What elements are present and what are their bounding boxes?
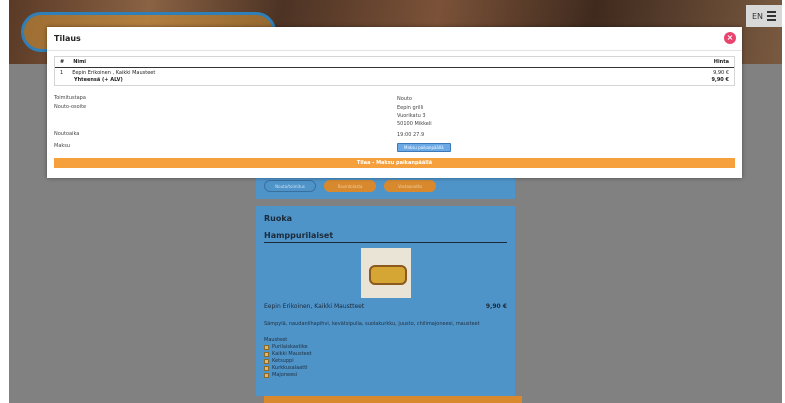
checkbox[interactable] xyxy=(264,358,269,364)
col-number: # xyxy=(60,59,65,65)
table-header: # Nimi Hinta xyxy=(55,57,734,68)
row-name: Eepin Erikoinen , Kaikki Mausteet xyxy=(72,70,156,76)
delivery-value: Nouto xyxy=(397,96,412,102)
delivery-row: Toimitustapa Nouto xyxy=(54,95,735,103)
checkbox[interactable] xyxy=(264,351,269,357)
order-type-tabs: Nouto/toimitus Ravintolasta Vastaanotto xyxy=(264,180,436,192)
product-row[interactable]: Eepin Erikoinen, Kaikki Maustteet 9,90 € xyxy=(264,303,507,310)
language-label[interactable]: EN xyxy=(752,12,763,21)
payment-label: Maksu xyxy=(54,143,71,149)
language-menu[interactable]: EN xyxy=(746,5,782,27)
order-table: # Nimi Hinta 1 Eepin Erikoinen , Kaikki … xyxy=(54,56,735,86)
pickup-time-value: 19:00 27.9 xyxy=(397,132,425,138)
tab-restaurant[interactable]: Ravintolasta xyxy=(324,180,376,192)
sauce-options: Mausteet Purilaiskastike Kaikki Mausteet… xyxy=(264,337,312,378)
col-price: Hinta xyxy=(713,59,729,65)
product-name: Eepin Erikoinen, Kaikki Maustteet xyxy=(264,303,365,310)
product-price: 9,90 € xyxy=(485,303,507,310)
add-to-cart-button[interactable] xyxy=(264,396,522,403)
sauce-option[interactable]: Kaikki Mausteet xyxy=(264,351,312,357)
product-description: Sämpylä, naudanlihapihvi, kevätsipulia, … xyxy=(264,321,480,327)
sauce-option[interactable]: Kurkkusalaatti xyxy=(264,365,312,371)
table-row: 1 Eepin Erikoinen , Kaikki Mausteet 9,90… xyxy=(55,68,734,76)
section-title: Ruoka xyxy=(264,214,293,223)
address-value: Eepin grilli Vuorikatu 3 50100 Mikkeli xyxy=(397,105,432,127)
col-name: Nimi xyxy=(73,59,87,65)
sauce-option[interactable]: Majoneesi xyxy=(264,372,312,378)
pickup-time-row: Noutoaika 19:00 27.9 xyxy=(54,131,735,139)
checkbox[interactable] xyxy=(264,365,269,371)
product-image[interactable] xyxy=(361,248,411,298)
address-label: Nouto-osoite xyxy=(54,104,87,110)
category-title: Hamppurilaiset xyxy=(264,231,507,243)
modal-title: Tilaus xyxy=(54,34,81,43)
row-number: 1 xyxy=(60,70,64,76)
sauce-option[interactable]: Ketsuppi xyxy=(264,358,312,364)
address-row: Nouto-osoite Eepin grilli Vuorikatu 3 50… xyxy=(54,104,735,128)
modal-divider xyxy=(47,50,742,51)
sauce-label: Mausteet xyxy=(264,337,288,343)
place-order-button[interactable]: Tilaa - Maksu paikanpäällä xyxy=(54,158,735,168)
sauce-option[interactable]: Purilaiskastike xyxy=(264,344,312,350)
total-label: Yhteensä (+ ALV) xyxy=(74,77,123,83)
pickup-time-label: Noutoaika xyxy=(54,131,80,137)
tab-delivery[interactable]: Nouto/toimitus xyxy=(264,180,316,192)
checkbox[interactable] xyxy=(264,344,269,350)
total-value: 9,90 € xyxy=(711,77,729,83)
delivery-label: Toimitustapa xyxy=(54,95,86,101)
food-menu-panel: Ruoka Hamppurilaiset Eepin Erikoinen, Ka… xyxy=(256,206,515,396)
tab-reception[interactable]: Vastaanotto xyxy=(384,180,436,192)
table-total: Yhteensä (+ ALV) 9,90 € xyxy=(55,76,734,85)
row-price: 9,90 € xyxy=(713,70,729,76)
hamburger-icon[interactable] xyxy=(767,11,777,21)
payment-option-button[interactable]: Maksu paikanpäällä xyxy=(397,143,451,152)
payment-row: Maksu Maksu paikanpäällä xyxy=(54,143,735,152)
close-icon[interactable]: × xyxy=(724,32,736,44)
checkbox[interactable] xyxy=(264,372,269,378)
order-modal: Tilaus × # Nimi Hinta 1 Eepin Erikoinen … xyxy=(47,27,742,178)
